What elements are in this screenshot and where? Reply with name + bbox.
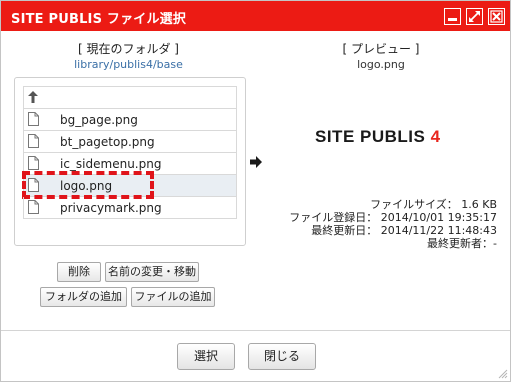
preview-header: [ プレビュー ] logo.png	[311, 42, 451, 72]
dialog-footer: 選択 閉じる	[1, 330, 510, 381]
list-item[interactable]: privacymark.png	[23, 197, 237, 219]
file-select-dialog: SITE PUBLIS ファイル選択 [ 現在のフォルダ ] library/p…	[0, 0, 511, 382]
add-folder-button[interactable]: フォルダの追加	[40, 287, 127, 307]
file-metadata: ファイルサイズ： 1.6 KB ファイル登録日： 2014/10/01 19:3…	[237, 198, 497, 250]
file-icon	[28, 200, 39, 214]
file-size: ファイルサイズ： 1.6 KB	[370, 198, 497, 211]
file-name: privacymark.png	[60, 201, 162, 215]
logo-number: 4	[430, 127, 441, 146]
file-name: logo.png	[60, 179, 113, 193]
file-list-panel: bg_page.png bt_pagetop.png ic_sidemenu.p…	[14, 77, 246, 246]
close-icon	[490, 10, 503, 23]
window-title: SITE PUBLIS ファイル選択	[11, 12, 187, 27]
list-item[interactable]: bg_page.png	[23, 109, 237, 131]
close-dialog-button[interactable]: 閉じる	[248, 343, 316, 370]
current-folder-header: [ 現在のフォルダ ] library/publis4/base	[51, 42, 206, 72]
list-item[interactable]: bt_pagetop.png	[23, 131, 237, 153]
minimize-icon	[448, 18, 457, 21]
file-icon	[28, 134, 39, 148]
preview-image: SITE PUBLIS 4	[315, 127, 441, 147]
rename-move-button[interactable]: 名前の変更・移動	[105, 262, 199, 282]
file-name: ic_sidemenu.png	[60, 157, 162, 171]
file-icon	[28, 178, 39, 192]
maximize-button[interactable]	[466, 8, 483, 25]
preview-label: [ プレビュー ]	[342, 42, 420, 56]
file-name: bt_pagetop.png	[60, 135, 155, 149]
file-icon	[28, 156, 39, 170]
parent-folder-row[interactable]	[23, 87, 237, 109]
minimize-button[interactable]	[444, 8, 461, 25]
delete-button[interactable]: 削除	[57, 262, 101, 282]
close-button[interactable]	[488, 8, 505, 25]
preview-filename: logo.png	[357, 58, 405, 71]
file-name: bg_page.png	[60, 113, 138, 127]
select-button[interactable]: 選択	[177, 343, 235, 370]
current-folder-path[interactable]: library/publis4/base	[51, 57, 206, 72]
current-folder-label: [ 現在のフォルダ ]	[78, 42, 179, 56]
add-file-button[interactable]: ファイルの追加	[131, 287, 215, 307]
file-list: bg_page.png bt_pagetop.png ic_sidemenu.p…	[22, 86, 237, 219]
list-item-selected[interactable]: logo.png	[22, 171, 237, 199]
file-updater: 最終更新者：-	[427, 237, 497, 250]
maximize-icon	[469, 11, 480, 22]
arrow-right-icon	[250, 156, 262, 168]
logo-text: SITE PUBLIS	[315, 127, 426, 146]
title-bar[interactable]: SITE PUBLIS ファイル選択	[1, 1, 510, 31]
list-item[interactable]: ic_sidemenu.png	[23, 153, 237, 175]
up-arrow-icon	[28, 91, 38, 103]
resize-grip-icon[interactable]	[496, 367, 508, 379]
dialog-body: [ 現在のフォルダ ] library/publis4/base [ プレビュー…	[1, 31, 510, 330]
file-icon	[28, 112, 39, 126]
file-registered-date: ファイル登録日： 2014/10/01 19:35:17	[289, 211, 497, 224]
file-updated-date: 最終更新日： 2014/11/22 11:48:43	[311, 224, 497, 237]
